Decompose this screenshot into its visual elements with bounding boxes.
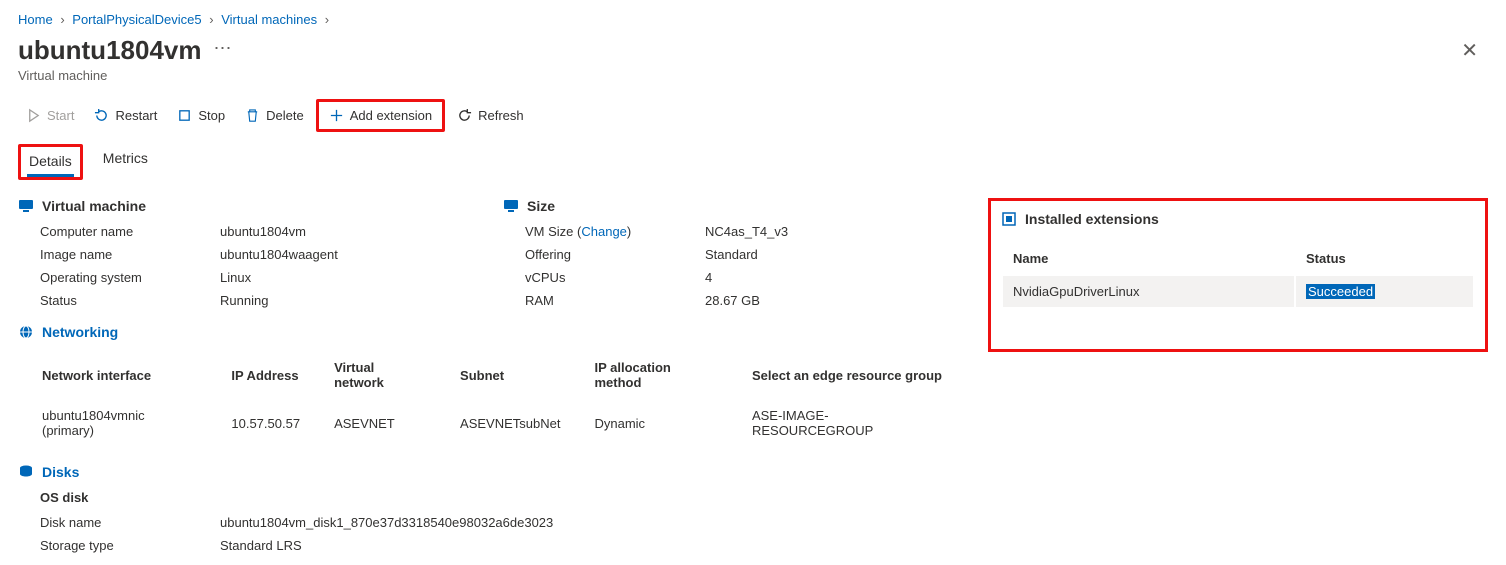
status-badge: Succeeded	[1306, 284, 1375, 299]
stop-icon	[177, 108, 192, 123]
breadcrumb-home[interactable]: Home	[18, 12, 53, 27]
label-disk-name: Disk name	[40, 515, 220, 530]
restart-label: Restart	[115, 108, 157, 123]
play-icon	[26, 108, 41, 123]
value-computer-name: ubuntu1804vm	[220, 224, 473, 239]
cell-iface: ubuntu1804vmnic (primary)	[20, 400, 207, 446]
label-vcpus: vCPUs	[525, 270, 705, 285]
refresh-button[interactable]: Refresh	[449, 104, 532, 127]
tab-bar: Details Metrics	[18, 144, 1488, 180]
restart-icon	[94, 108, 109, 123]
stop-label: Stop	[198, 108, 225, 123]
label-ram: RAM	[525, 293, 705, 308]
label-os: Operating system	[40, 270, 220, 285]
value-vcpus: 4	[705, 270, 958, 285]
page-title: ubuntu1804vm	[18, 35, 202, 66]
disks-section: Disks OS disk Disk name ubuntu1804vm_dis…	[18, 464, 958, 553]
label-vm-size-text: VM Size	[525, 224, 573, 239]
start-label: Start	[47, 108, 74, 123]
label-computer-name: Computer name	[40, 224, 220, 239]
cell-subnet: ASEVNETsubNet	[438, 400, 570, 446]
cell-ip: 10.57.50.57	[209, 400, 310, 446]
refresh-label: Refresh	[478, 108, 524, 123]
label-offering: Offering	[525, 247, 705, 262]
close-icon[interactable]: ✕	[1461, 38, 1488, 63]
start-button[interactable]: Start	[18, 104, 82, 127]
delete-icon	[245, 108, 260, 123]
size-section-heading: Size	[527, 198, 555, 214]
disks-heading[interactable]: Disks	[42, 464, 79, 480]
disk-icon	[18, 464, 34, 480]
value-disk-name: ubuntu1804vm_disk1_870e37d3318540e98032a…	[220, 515, 958, 530]
value-vm-size: NC4as_T4_v3	[705, 224, 958, 239]
extensions-heading: Installed extensions	[1025, 211, 1159, 227]
value-image-name: ubuntu1804waagent	[220, 247, 473, 262]
more-icon[interactable]: ⋯	[214, 38, 232, 63]
col-ip-allocation: IP allocation method	[572, 352, 727, 398]
value-status: Running	[220, 293, 473, 308]
vm-section-heading: Virtual machine	[42, 198, 146, 214]
cell-rg: ASE-IMAGE-RESOURCEGROUP	[730, 400, 956, 446]
restart-button[interactable]: Restart	[86, 104, 165, 127]
globe-icon	[18, 324, 34, 340]
cell-ext-name: NvidiaGpuDriverLinux	[1003, 276, 1294, 307]
label-image-name: Image name	[40, 247, 220, 262]
breadcrumb-vms[interactable]: Virtual machines	[221, 12, 317, 27]
vm-section: Virtual machine Computer name ubuntu1804…	[18, 198, 473, 308]
value-storage-type: Standard LRS	[220, 538, 958, 553]
installed-extensions-panel: Installed extensions Name Status NvidiaG…	[988, 198, 1488, 352]
value-os: Linux	[220, 270, 473, 285]
col-ext-name: Name	[1003, 243, 1294, 274]
os-disk-subheading: OS disk	[18, 490, 958, 505]
tab-metrics[interactable]: Metrics	[101, 144, 150, 180]
col-subnet: Subnet	[438, 352, 570, 398]
networking-table: Network interface IP Address Virtual net…	[18, 350, 958, 448]
extension-icon	[1001, 211, 1017, 227]
chevron-right-icon: ›	[209, 12, 213, 27]
cell-alloc: Dynamic	[572, 400, 727, 446]
networking-section: Networking Network interface IP Address …	[18, 324, 958, 448]
col-ip-address: IP Address	[209, 352, 310, 398]
chevron-right-icon: ›	[325, 12, 329, 27]
add-extension-button[interactable]: Add extension	[321, 104, 440, 127]
delete-label: Delete	[266, 108, 304, 123]
extensions-table: Name Status NvidiaGpuDriverLinux Succeed…	[1001, 241, 1475, 309]
networking-heading[interactable]: Networking	[42, 324, 118, 340]
value-ram: 28.67 GB	[705, 293, 958, 308]
breadcrumb-device[interactable]: PortalPhysicalDevice5	[72, 12, 201, 27]
cell-vnet: ASEVNET	[312, 400, 436, 446]
label-storage-type: Storage type	[40, 538, 220, 553]
col-virtual-network: Virtual network	[312, 352, 436, 398]
label-vm-size: VM Size (Change)	[525, 224, 705, 239]
command-bar: Start Restart Stop Delete Add extension …	[18, 95, 1488, 144]
plus-icon	[329, 108, 344, 123]
label-status: Status	[40, 293, 220, 308]
value-offering: Standard	[705, 247, 958, 262]
monitor-icon	[503, 198, 519, 214]
table-row[interactable]: ubuntu1804vmnic (primary) 10.57.50.57 AS…	[20, 400, 956, 446]
cell-ext-status: Succeeded	[1296, 276, 1473, 307]
size-section: Size VM Size (Change) NC4as_T4_v3 Offeri…	[503, 198, 958, 308]
table-row[interactable]: NvidiaGpuDriverLinux Succeeded	[1003, 276, 1473, 307]
delete-button[interactable]: Delete	[237, 104, 312, 127]
add-extension-label: Add extension	[350, 108, 432, 123]
col-network-interface: Network interface	[20, 352, 207, 398]
change-size-link[interactable]: Change	[581, 224, 627, 239]
stop-button[interactable]: Stop	[169, 104, 233, 127]
refresh-icon	[457, 108, 472, 123]
page-subtitle: Virtual machine	[18, 68, 1488, 83]
breadcrumb: Home › PortalPhysicalDevice5 › Virtual m…	[18, 12, 1488, 27]
tab-details[interactable]: Details	[27, 147, 74, 177]
col-ext-status: Status	[1296, 243, 1473, 274]
monitor-icon	[18, 198, 34, 214]
col-resource-group: Select an edge resource group	[730, 352, 956, 398]
chevron-right-icon: ›	[60, 12, 64, 27]
